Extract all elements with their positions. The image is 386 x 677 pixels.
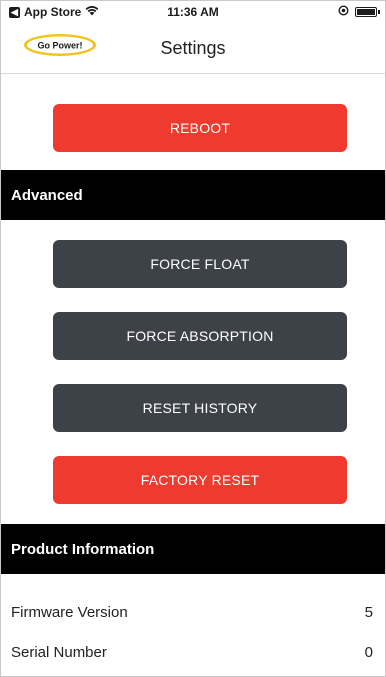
location-icon (338, 5, 349, 19)
reset-history-button[interactable]: RESET HISTORY (53, 384, 347, 432)
force-float-button[interactable]: FORCE FLOAT (53, 240, 347, 288)
page-title: Settings (160, 37, 226, 58)
serial-value: 0 (364, 643, 373, 661)
serial-label: Serial Number (11, 643, 107, 661)
status-right (338, 5, 380, 19)
section-header-advanced: Advanced (1, 170, 385, 220)
back-arrow-icon: ◀ (9, 6, 20, 18)
go-power-logo: Go Power! (24, 34, 96, 56)
status-bar: ◀ App Store 11:36 AM (1, 1, 385, 23)
battery-icon (355, 7, 380, 17)
back-app-label: App Store (24, 5, 82, 19)
reboot-button[interactable]: REBOOT (53, 104, 347, 152)
info-row-firmware: Firmware Version 5 (1, 592, 385, 632)
back-to-app[interactable]: ◀ App Store (9, 5, 99, 19)
section-header-product-info: Product Information (1, 524, 385, 574)
firmware-label: Firmware Version (11, 603, 128, 621)
firmware-value: 5 (364, 603, 373, 621)
factory-reset-button[interactable]: FACTORY RESET (53, 456, 347, 504)
svg-text:Go Power!: Go Power! (37, 41, 82, 51)
app-screen: ◀ App Store 11:36 AM Go Power! Settings … (0, 0, 386, 677)
info-row-serial: Serial Number 0 (1, 632, 385, 672)
wifi-icon (85, 5, 99, 19)
nav-bar: Go Power! Settings (1, 23, 385, 74)
force-absorption-button[interactable]: FORCE ABSORPTION (53, 312, 347, 360)
